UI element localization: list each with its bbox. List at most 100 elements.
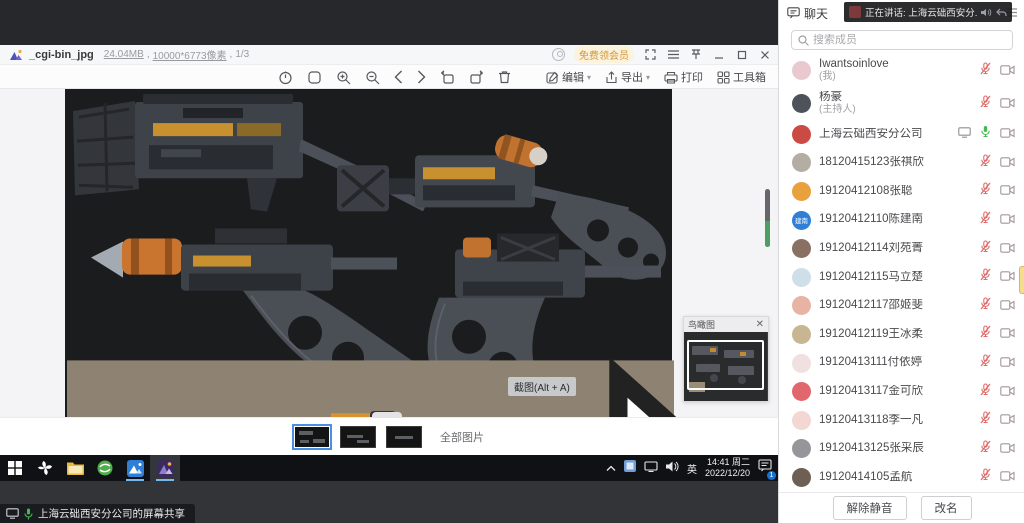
filmstrip-thumbnail-3[interactable] (386, 426, 422, 448)
camera-icon[interactable] (1000, 182, 1015, 200)
camera-icon[interactable] (1000, 325, 1015, 343)
member-search-box[interactable] (791, 30, 1013, 50)
mic-muted-icon[interactable] (980, 354, 991, 372)
member-row[interactable]: 19120413118李一凡 (779, 406, 1024, 435)
green-browser-icon[interactable] (90, 455, 120, 481)
blue-photo-viewer-icon[interactable] (120, 455, 150, 481)
menu-icon[interactable] (666, 48, 680, 62)
photos-app-icon[interactable] (150, 455, 180, 481)
reply-arrow-icon[interactable] (996, 8, 1007, 17)
camera-icon[interactable] (1000, 154, 1015, 172)
member-row[interactable]: 19120414105孟航 (779, 463, 1024, 492)
mic-muted-icon[interactable] (980, 411, 991, 429)
birdseye-close-icon[interactable]: ✕ (756, 320, 764, 330)
mic-muted-icon[interactable] (980, 268, 991, 286)
close-icon[interactable] (758, 48, 772, 62)
camera-icon[interactable] (1000, 468, 1015, 486)
start-button-icon[interactable] (0, 455, 30, 481)
mic-muted-icon[interactable] (980, 240, 991, 258)
file-dimensions[interactable]: 10000*6773像素 (153, 47, 227, 62)
notification-center-icon[interactable]: 1 (758, 459, 772, 477)
member-avatar (792, 153, 811, 172)
pin-icon[interactable] (689, 48, 703, 62)
camera-icon[interactable] (1000, 240, 1015, 258)
tray-app-icon[interactable] (624, 459, 636, 477)
member-row[interactable]: 建南 19120412110陈建南 (779, 206, 1024, 235)
fullscreen-icon[interactable] (643, 48, 657, 62)
mic-muted-icon[interactable] (980, 211, 991, 229)
ime-language-indicator[interactable]: 英 (687, 461, 697, 476)
member-row[interactable]: 19120412108张聪 (779, 177, 1024, 206)
account-avatar-icon[interactable] (552, 48, 565, 61)
member-row[interactable]: 19120412114刘苑菁 (779, 234, 1024, 263)
mic-muted-icon[interactable] (980, 95, 991, 113)
tray-expand-icon[interactable] (606, 459, 616, 477)
member-row[interactable]: 19120413117金可欣 (779, 377, 1024, 406)
mic-muted-icon[interactable] (980, 297, 991, 315)
camera-icon[interactable] (1000, 440, 1015, 458)
member-row[interactable]: 19120412119王冰柔 (779, 320, 1024, 349)
filmstrip-thumbnail-1[interactable] (294, 426, 330, 448)
unmute-button[interactable]: 解除静音 (833, 496, 907, 520)
member-row[interactable]: 18120415123张祺欣 (779, 149, 1024, 178)
mic-muted-icon[interactable] (980, 182, 991, 200)
file-explorer-icon[interactable] (60, 455, 90, 481)
previous-image-icon[interactable] (394, 70, 403, 84)
member-row[interactable]: 上海云础西安分公司 (779, 120, 1024, 149)
camera-icon[interactable] (1000, 211, 1015, 229)
image-canvas[interactable]: 截图(Alt + A) (65, 89, 672, 417)
member-row[interactable]: Iwantsoinlove (我) (779, 54, 1024, 87)
camera-icon[interactable] (1000, 95, 1015, 113)
mic-muted-icon[interactable] (980, 383, 991, 401)
mic-muted-icon[interactable] (980, 154, 991, 172)
member-row[interactable]: 杨豪 (主持人) (779, 87, 1024, 120)
mic-muted-icon[interactable] (980, 440, 991, 458)
pinwheel-app-icon[interactable] (30, 455, 60, 481)
toolbox-button[interactable]: 工具箱 (717, 69, 766, 85)
screen-share-banner[interactable]: 上海云础西安分公司的屏幕共享 (0, 504, 195, 523)
export-menu[interactable]: 导出▾ (605, 69, 650, 85)
mic-muted-icon[interactable] (980, 325, 991, 343)
birdseye-viewport[interactable] (687, 340, 764, 390)
zoom-in-icon[interactable] (336, 70, 351, 85)
birdseye-preview[interactable] (684, 332, 768, 401)
mic-muted-icon[interactable] (980, 468, 991, 486)
viewer-scrollbar[interactable] (765, 189, 770, 247)
camera-icon[interactable] (1000, 411, 1015, 429)
tab-chat[interactable]: 聊天 (787, 5, 828, 22)
mic-muted-icon[interactable] (980, 62, 991, 80)
rotate-left-icon[interactable] (440, 70, 455, 84)
hand-tool-icon[interactable] (278, 70, 293, 85)
all-images-label[interactable]: 全部图片 (440, 429, 484, 445)
member-row[interactable]: 19120413111付依婷 (779, 349, 1024, 378)
member-row[interactable]: 19120413125张采辰 (779, 435, 1024, 464)
filmstrip-handle[interactable] (372, 412, 402, 418)
member-row[interactable]: 19120412117邵姬斐 (779, 292, 1024, 321)
fit-screen-icon[interactable] (307, 70, 322, 85)
zoom-out-icon[interactable] (365, 70, 380, 85)
camera-icon[interactable] (1000, 297, 1015, 315)
maximize-icon[interactable] (735, 48, 749, 62)
delete-icon[interactable] (498, 70, 511, 84)
camera-icon[interactable] (1000, 268, 1015, 286)
minimize-icon[interactable] (712, 48, 726, 62)
next-image-icon[interactable] (417, 70, 426, 84)
rename-button[interactable]: 改名 (921, 496, 972, 520)
camera-icon[interactable] (1000, 383, 1015, 401)
taskbar-clock[interactable]: 14:41 周二2022/12/20 (705, 457, 750, 480)
camera-icon[interactable] (1000, 125, 1015, 143)
filmstrip-thumbnail-2[interactable] (340, 426, 376, 448)
print-button[interactable]: 打印 (664, 69, 703, 85)
camera-icon[interactable] (1000, 62, 1015, 80)
edit-menu[interactable]: 编辑▾ (546, 69, 591, 85)
mic-active-icon[interactable] (980, 125, 991, 143)
member-row[interactable]: 19120412115马立楚 (779, 263, 1024, 292)
rotate-right-icon[interactable] (469, 70, 484, 84)
vip-promo-link[interactable]: 免费领会员 (574, 46, 634, 63)
member-search-input[interactable] (813, 34, 1006, 46)
network-icon[interactable] (644, 459, 658, 477)
volume-icon[interactable] (666, 459, 679, 477)
viewer-body: 截图(Alt + A) 鸟瞰图 ✕ (0, 89, 778, 417)
file-size[interactable]: 24.04MB (104, 49, 144, 60)
camera-icon[interactable] (1000, 354, 1015, 372)
